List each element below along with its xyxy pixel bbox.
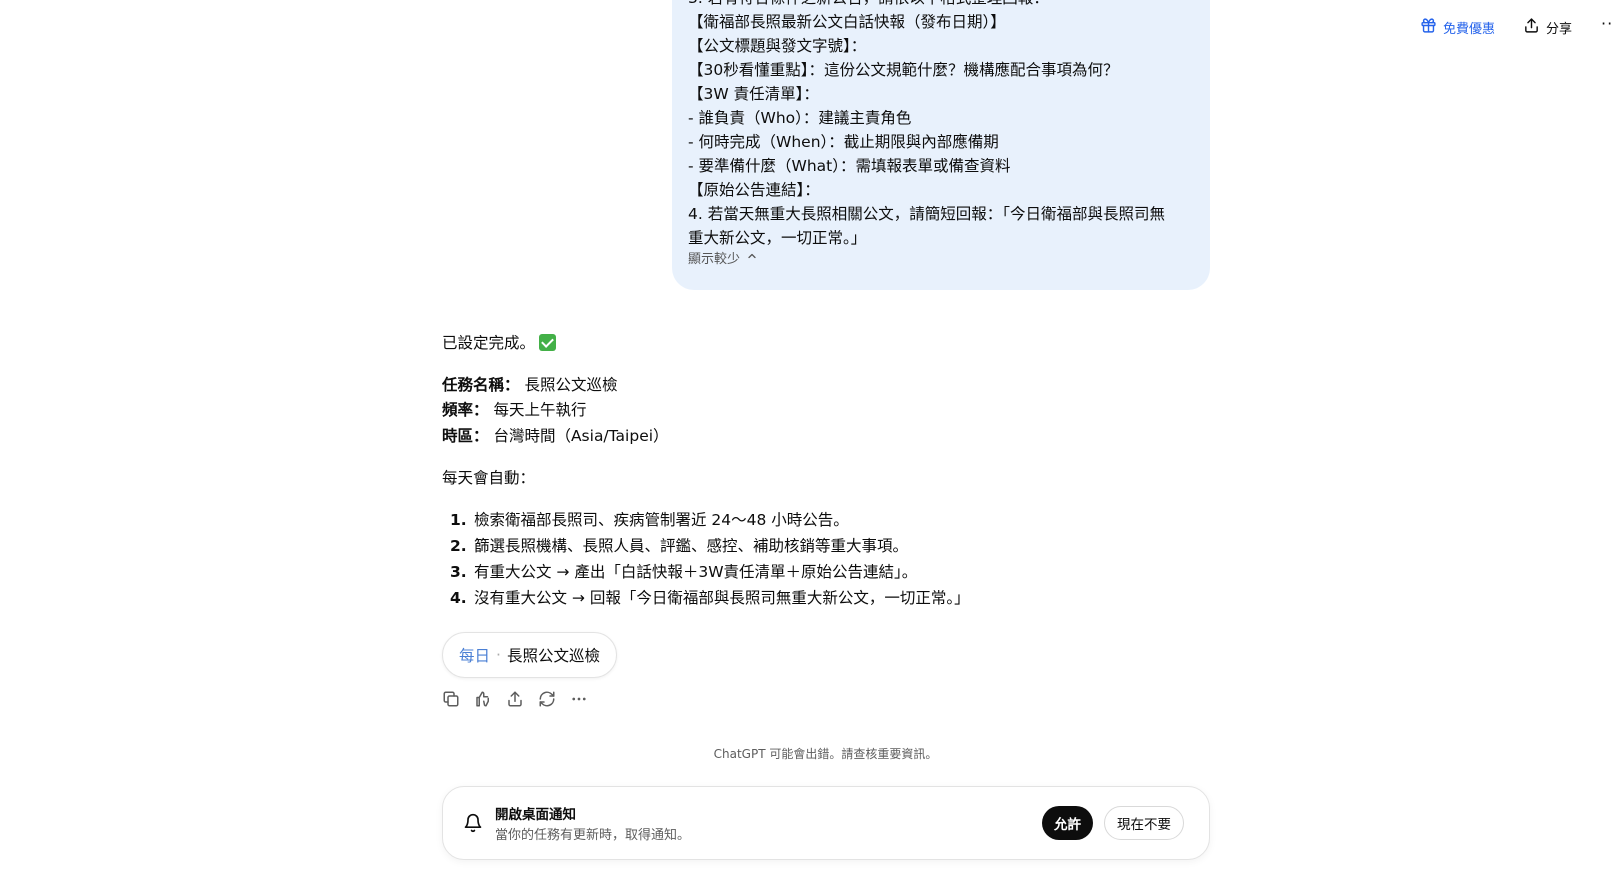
list-item-text: 沒有重大公文 → 回報「今日衛福部與長照司無重大新公文，一切正常。」 — [474, 589, 970, 607]
task-chip-separator: · — [496, 646, 501, 664]
timezone-label: 時區： — [442, 427, 489, 445]
user-message-line: 4. 若當天無重大長照相關公文，請簡短回報：「今日衛福部與長照司無 — [688, 205, 1165, 223]
chevron-up-icon — [746, 250, 758, 266]
refresh-icon — [538, 690, 556, 712]
task-chip-name: 長照公文巡檢 — [506, 647, 600, 665]
user-message-line: 【公文標題與發文字號】： — [688, 37, 867, 55]
list-item-number: 2. — [450, 537, 467, 555]
ellipsis-icon — [570, 690, 588, 712]
list-item-text: 檢索衛福部長照司、疾病管制署近 24～48 小時公告。 — [474, 511, 849, 529]
share-message-button[interactable] — [504, 690, 526, 712]
not-now-button[interactable]: 現在不要 — [1104, 806, 1184, 840]
timezone-line: 時區： 台灣時間（Asia/Taipei） — [442, 424, 669, 448]
copy-icon — [442, 690, 460, 712]
show-less-button[interactable]: 顯示較少 — [688, 248, 758, 267]
bell-icon — [463, 813, 483, 833]
done-text: 已設定完成。 — [442, 334, 536, 352]
allow-button[interactable]: 允許 — [1042, 806, 1093, 840]
user-message-line: 【3W 責任清單】： — [688, 85, 819, 103]
notification-title: 開啟桌面通知 — [495, 807, 576, 823]
user-message-bubble: 3. 若有符合條件之新公告，請依以下格式整理回報： 【衛福部長照最新公文白話快報… — [672, 0, 1210, 290]
list-item-number: 3. — [450, 563, 467, 581]
user-message-line: 重大新公文，一切正常。」 — [688, 229, 867, 247]
copy-button[interactable] — [440, 690, 462, 712]
check-mark-icon — [539, 334, 557, 351]
thumbs-up-down-icon — [474, 690, 492, 712]
scheduled-task-chip[interactable]: 每日 · 長照公文巡檢 — [442, 632, 617, 678]
share-button[interactable]: 分享 — [1519, 14, 1576, 40]
list-item: 3. 有重大公文 → 產出「白話快報＋3W責任清單＋原始公告連結」。 — [450, 560, 917, 584]
list-item: 1. 檢索衛福部長照司、疾病管制署近 24～48 小時公告。 — [450, 508, 849, 532]
user-message-line: - 要準備什麼（What）：需填報表單或備查資料 — [688, 157, 1011, 175]
task-name-label: 任務名稱： — [442, 376, 520, 394]
frequency-label: 頻率： — [442, 401, 489, 419]
share-icon — [506, 690, 524, 712]
user-message-line: 【衛福部長照最新公文白話快報（發布日期）】 — [688, 13, 1006, 31]
user-message-line: 3. 若有符合條件之新公告，請依以下格式整理回報： — [688, 0, 1049, 10]
share-icon — [1523, 17, 1540, 38]
user-message-line: 【原始公告連結】： — [688, 181, 820, 199]
task-name-line: 任務名稱： 長照公文巡檢 — [442, 373, 617, 397]
desktop-notification-prompt: 開啟桌面通知 當你的任務有更新時，取得通知。 允許 現在不要 — [442, 786, 1210, 860]
more-actions-button[interactable] — [568, 690, 590, 712]
list-item: 2. 篩選長照機構、長照人員、評鑑、感控、補助核銷等重大事項。 — [450, 534, 908, 558]
task-name-value: 長照公文巡檢 — [524, 376, 618, 394]
regenerate-button[interactable] — [536, 690, 558, 712]
show-less-label: 顯示較少 — [688, 252, 741, 267]
share-label: 分享 — [1546, 21, 1573, 37]
done-line: 已設定完成。 — [442, 331, 557, 355]
user-message-line: 【30秒看懂重點】：這份公文規範什麼？機構應配合事項為何？ — [688, 61, 1119, 79]
disclaimer-text: ChatGPT 可能會出錯。請查核重要資訊。 — [713, 747, 938, 761]
user-message-line: - 誰負責（Who）：建議主責角色 — [688, 109, 912, 127]
list-item-number: 4. — [450, 589, 467, 607]
notification-subtitle: 當你的任務有更新時，取得通知。 — [495, 828, 691, 843]
list-item-text: 篩選長照機構、長照人員、評鑑、感控、補助核銷等重大事項。 — [474, 537, 909, 555]
timezone-value: 台灣時間（Asia/Taipei） — [493, 427, 669, 445]
list-item-text: 有重大公文 → 產出「白話快報＋3W責任清單＋原始公告連結」。 — [474, 563, 918, 581]
more-options-button[interactable]: ··· — [1601, 14, 1611, 33]
feedback-button[interactable] — [472, 690, 494, 712]
free-offer-button[interactable]: 免費優惠 — [1416, 14, 1499, 40]
task-chip-frequency: 每日 — [459, 647, 491, 665]
gift-icon — [1420, 17, 1437, 38]
free-offer-label: 免費優惠 — [1443, 21, 1496, 37]
user-message-line: - 何時完成（When）：截止期限與內部應備期 — [688, 133, 999, 151]
frequency-line: 頻率： 每天上午執行 — [442, 398, 586, 422]
daily-intro: 每天會自動： — [442, 469, 536, 487]
list-item-number: 1. — [450, 511, 467, 529]
list-item: 4. 沒有重大公文 → 回報「今日衛福部與長照司無重大新公文，一切正常。」 — [450, 586, 970, 610]
frequency-value: 每天上午執行 — [493, 401, 587, 419]
